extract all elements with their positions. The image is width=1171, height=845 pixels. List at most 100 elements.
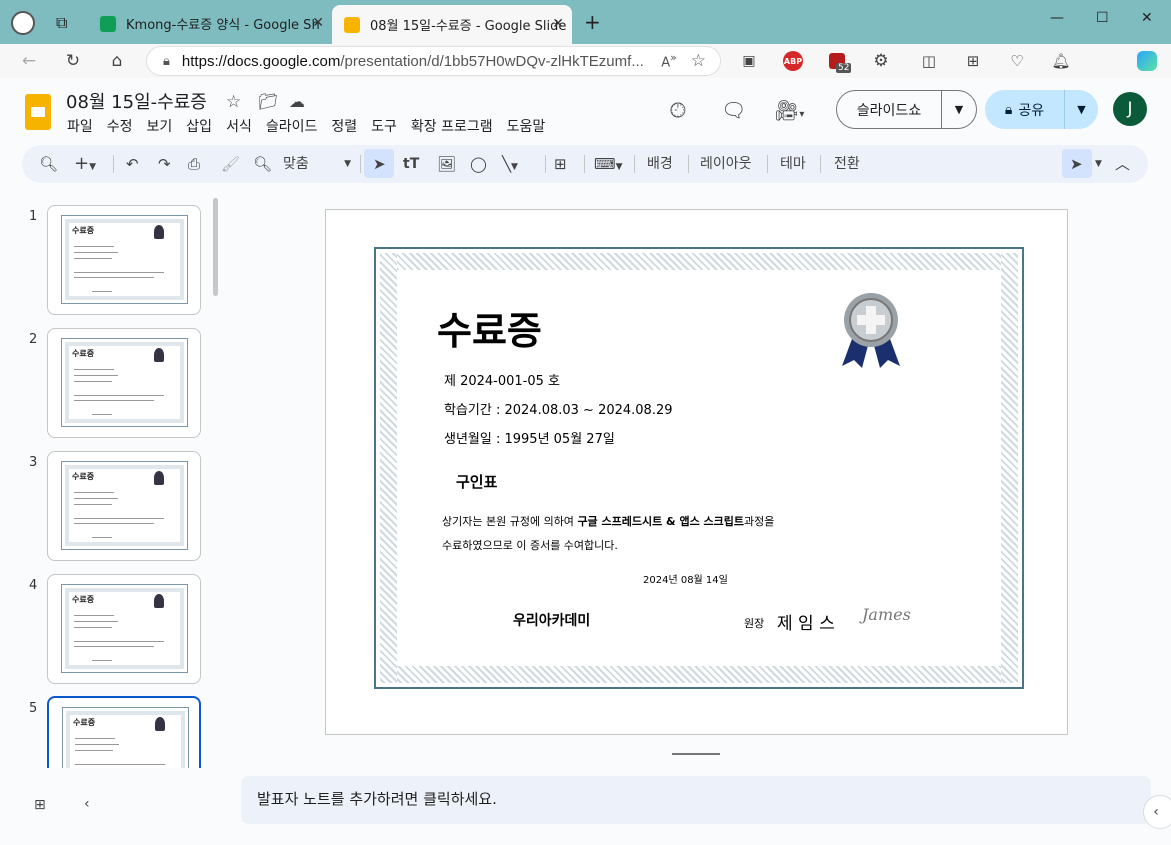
toolbar-divider [820,155,821,173]
slide-thumbnail-5[interactable]: 수료증 [47,696,201,768]
chevron-down-icon[interactable]: ▼ [1095,154,1102,174]
read-aloud-icon[interactable]: A» [661,51,677,70]
slide-thumbnail-4[interactable]: 수료증 [47,574,201,684]
side-panel-toggle-icon[interactable]: ‹ [1143,795,1171,829]
certificate-title[interactable]: 수료증 [437,300,542,355]
avatar[interactable]: J [1113,92,1147,126]
star-icon[interactable]: ☆ [226,92,241,112]
slideshow-button[interactable]: 슬라이드쇼 ▼ [836,90,977,129]
slide-number: 5 [29,701,38,716]
certificate-director-title[interactable]: 원장 [744,615,764,631]
screen-cast-icon[interactable]: ▣ [736,48,762,74]
reload-icon[interactable]: ↻ [60,48,86,74]
theme-button[interactable]: 테마 [780,154,806,174]
workspaces-icon[interactable]: ⧉ [56,13,67,33]
text-box-icon[interactable]: tT [403,154,419,174]
medal-icon [842,293,900,368]
favorite-star-icon[interactable]: ☆ [691,51,706,71]
slide-thumbnail-1[interactable]: 수료증 [47,205,201,315]
browser-essentials-icon[interactable]: ♡ [1004,48,1030,74]
url-text: https://docs.google.com/presentation/d/1… [181,52,644,70]
move-folder-icon[interactable]: 📁︎ [258,92,278,111]
extension-badge-icon[interactable]: 52 [824,48,852,74]
filmstrip-scrollbar[interactable] [213,198,218,296]
cursor-icon: ➤ [373,155,386,173]
back-icon[interactable]: ← [16,48,42,74]
extensions-icon[interactable]: ⚙ [868,48,894,74]
copilot-icon[interactable] [1134,48,1160,74]
image-icon[interactable]: 🖼︎ [437,154,456,174]
certificate-director-name[interactable]: 제 임 스 [777,609,835,634]
document-title[interactable]: 08월 15일-수료증 [66,88,207,114]
menu-view[interactable]: 보기 [147,116,173,136]
meet-camera-icon[interactable]: 🎥︎▾ [774,98,804,122]
share-button[interactable]: 🔒︎ 공유 ▼ [985,90,1098,129]
new-tab-icon[interactable]: + [584,10,601,34]
notes-resize-handle[interactable] [672,753,720,755]
menu-edit[interactable]: 수정 [107,116,133,136]
zoom-icon[interactable]: 🔍︎ [253,154,272,174]
slides-icon [344,16,360,33]
tab-title: Kmong-수료증 양식 - Google Sh [126,18,320,33]
tab-sheets[interactable]: Kmong-수료증 양식 - Google Sh ✕ [88,7,332,40]
pointer-icon: ➤ [1070,155,1083,173]
menu-help[interactable]: 도움말 [507,116,546,136]
certificate-date[interactable]: 2024년 08월 14일 [643,571,728,586]
certificate-birthdate[interactable]: 생년월일 : 1995년 05월 27일 [444,428,615,447]
adblock-icon[interactable]: ABP [780,48,806,74]
certificate-number[interactable]: 제 2024-001-05 호 [444,370,560,389]
slide-thumbnail-3[interactable]: 수료증 [47,451,201,561]
collapse-toolbar-icon[interactable]: ︿ [1115,154,1130,174]
zoom-select[interactable]: 맞춤 ▼ [283,154,351,174]
menu-arrange[interactable]: 정렬 [331,116,357,136]
shape-icon[interactable]: ◯ [470,154,487,174]
undo-icon[interactable]: ↶ [126,154,139,174]
certificate-body-line1[interactable]: 상기자는 본원 규정에 의하여 구글 스프레드시트 & 앱스 스크립트과정을 [442,513,774,529]
share-main[interactable]: 🔒︎ 공유 [985,90,1065,129]
menu-format[interactable]: 서식 [226,116,252,136]
certificate-academy[interactable]: 우리아카데미 [513,610,590,630]
profile-icon[interactable] [11,11,35,35]
menu-insert[interactable]: 삽입 [186,116,212,136]
toolbar-divider [113,155,114,173]
collections-icon[interactable]: ⊞ [960,48,986,74]
certificate-body-line2[interactable]: 수료하였으므로 이 증서를 수여합니다. [442,537,618,553]
close-window-icon[interactable]: ✕ [1141,10,1153,26]
certificate-period[interactable]: 학습기간 : 2024.08.03 ~ 2024.08.29 [444,399,673,418]
home-icon[interactable]: ⌂ [104,48,130,74]
address-bar[interactable]: 🔒︎ https://docs.google.com/presentation/… [146,46,721,76]
slide-thumbnail-2[interactable]: 수료증 [47,328,201,438]
chevron-down-icon[interactable]: ▼ [1065,103,1098,116]
maximize-icon[interactable]: ☐ [1096,10,1109,26]
menu-tools[interactable]: 도구 [371,116,397,136]
lock-icon: 🔒︎ [1004,101,1013,118]
close-icon[interactable]: ✕ [552,16,564,32]
chevron-down-icon[interactable]: ▼ [942,103,976,116]
redo-icon[interactable]: ↷ [158,154,171,174]
version-history-icon[interactable]: 🕘︎ [670,98,686,122]
add-icon[interactable]: +▼ [74,154,96,174]
menu-extensions[interactable]: 확장 프로그램 [411,116,493,136]
minimize-icon[interactable]: — [1050,10,1064,26]
paint-format-icon[interactable]: 🖌︎ [221,154,240,174]
certificate-recipient[interactable]: 구인표 [456,471,497,492]
search-icon[interactable]: 🔍︎ [39,154,58,174]
menu-file[interactable]: 파일 [67,116,93,136]
grid-view-icon[interactable]: ⊞ [34,797,46,813]
transition-button[interactable]: 전환 [834,154,860,174]
input-tools-icon[interactable]: ⌨▼ [594,154,623,174]
slides-logo-icon[interactable] [25,94,51,130]
close-icon[interactable]: ✕ [312,15,324,31]
line-icon[interactable]: ╲▼ [502,154,518,174]
split-screen-icon[interactable]: ◫ [916,48,942,74]
comment-add-icon[interactable]: ⊞ [554,154,567,174]
background-button[interactable]: 배경 [647,154,673,174]
menu-slide[interactable]: 슬라이드 [266,116,318,136]
collapse-filmstrip-icon[interactable]: ‹ [84,796,90,812]
layout-button[interactable]: 레이아웃 [700,154,752,174]
speaker-notes[interactable]: 발표자 노트를 추가하려면 클릭하세요. [241,776,1151,824]
print-icon[interactable]: ⎙ [188,154,200,174]
tab-slides[interactable]: 08월 15일-수료증 - Google Slide ✕ [332,5,572,44]
comments-icon[interactable]: 🗨︎ [721,98,746,122]
notifications-icon[interactable]: 🔔︎ [1048,48,1074,74]
